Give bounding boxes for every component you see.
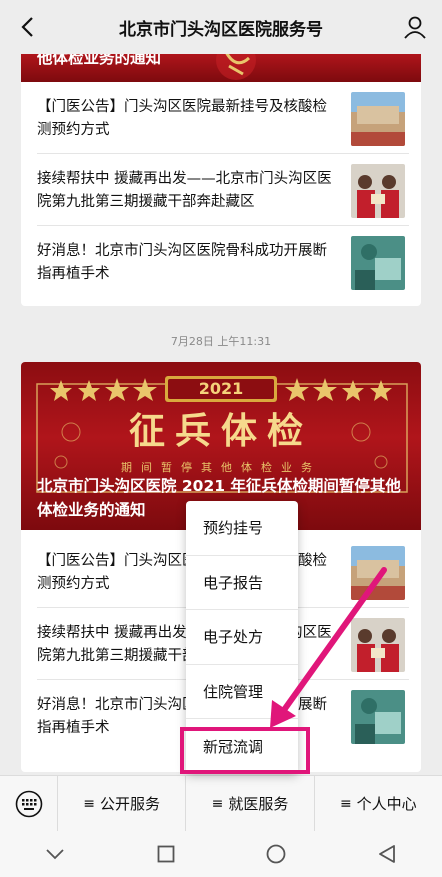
bottom-menu-bar: ≡ 公开服务 ≡ 就医服务 ≡ 个人中心 [0,775,442,832]
news-item[interactable]: 好消息！北京市门头沟区医院骨科成功开展断指再植手术 [37,226,409,298]
menu-lines-icon: ≡ [339,795,352,812]
menu-item-e-prescription[interactable]: 电子处方 [186,610,298,665]
top-bar: 北京市门头沟区医院服务号 [0,0,442,54]
news-thumbnail [351,164,405,218]
banner-headline: 征兵体检 [128,411,313,452]
service-popup-menu: 预约挂号 电子报告 电子处方 住院管理 新冠流调 [186,501,298,774]
back-arrow-icon[interactable] [14,14,40,40]
menu-item-e-report[interactable]: 电子报告 [186,556,298,610]
keyboard-icon[interactable] [0,775,58,832]
news-thumbnail [351,236,405,290]
menu-lines-icon: ≡ [211,795,224,812]
menu-label: 就医服务 [228,795,289,813]
menu-public-services[interactable]: ≡ 公开服务 [58,775,187,832]
news-thumbnail [351,92,405,146]
message-timestamp: 7月28日 上午11:31 [170,335,272,348]
news-item-text: 接续帮扶中 援藏再出发——北京市门头沟区医院第九批第三期援藏干部奔赴藏区 [37,171,332,210]
banner-subline: 期间暂停其他体检业务 [121,461,321,474]
news-thumbnail [351,690,405,744]
nav-home-icon[interactable] [256,834,296,874]
menu-item-inpatient[interactable]: 住院管理 [186,665,298,719]
menu-label: 公开服务 [100,795,161,813]
news-item[interactable]: 【门医公告】门头沟区医院最新挂号及核酸检测预约方式 [37,82,409,154]
news-thumbnail [351,546,405,600]
news-item[interactable]: 接续帮扶中 援藏再出发——北京市门头沟区医院第九批第三期援藏干部奔赴藏区 [37,154,409,226]
user-icon[interactable] [402,14,428,40]
news-item-text: 【门医公告】门头沟区医院最新挂号及核酸检测预约方式 [37,99,327,138]
menu-personal-center[interactable]: ≡ 个人中心 [315,776,442,832]
page-title: 北京市门头沟区医院服务号 [119,19,323,40]
menu-item-covid-survey[interactable]: 新冠流调 [186,719,298,774]
menu-medical-services[interactable]: ≡ 就医服务 [186,775,315,832]
news-thumbnail [351,618,405,672]
banner-year: 2021 [198,379,244,398]
system-nav-bar [0,831,442,877]
menu-lines-icon: ≡ [83,795,96,812]
news-item-text: 好消息！北京市门头沟区医院骨科成功开展断指再植手术 [37,243,327,282]
menu-item-appointment[interactable]: 预约挂号 [186,501,298,556]
nav-back-icon[interactable] [367,834,407,874]
nav-recents-icon[interactable] [146,834,186,874]
nav-back-down-icon[interactable] [35,834,75,874]
menu-label: 个人中心 [356,795,417,813]
article-card-1[interactable]: 他体检业务的通知 【门医公告】门头沟区医院最新挂号及核酸检测预约方式 接续帮扶中… [21,30,421,306]
